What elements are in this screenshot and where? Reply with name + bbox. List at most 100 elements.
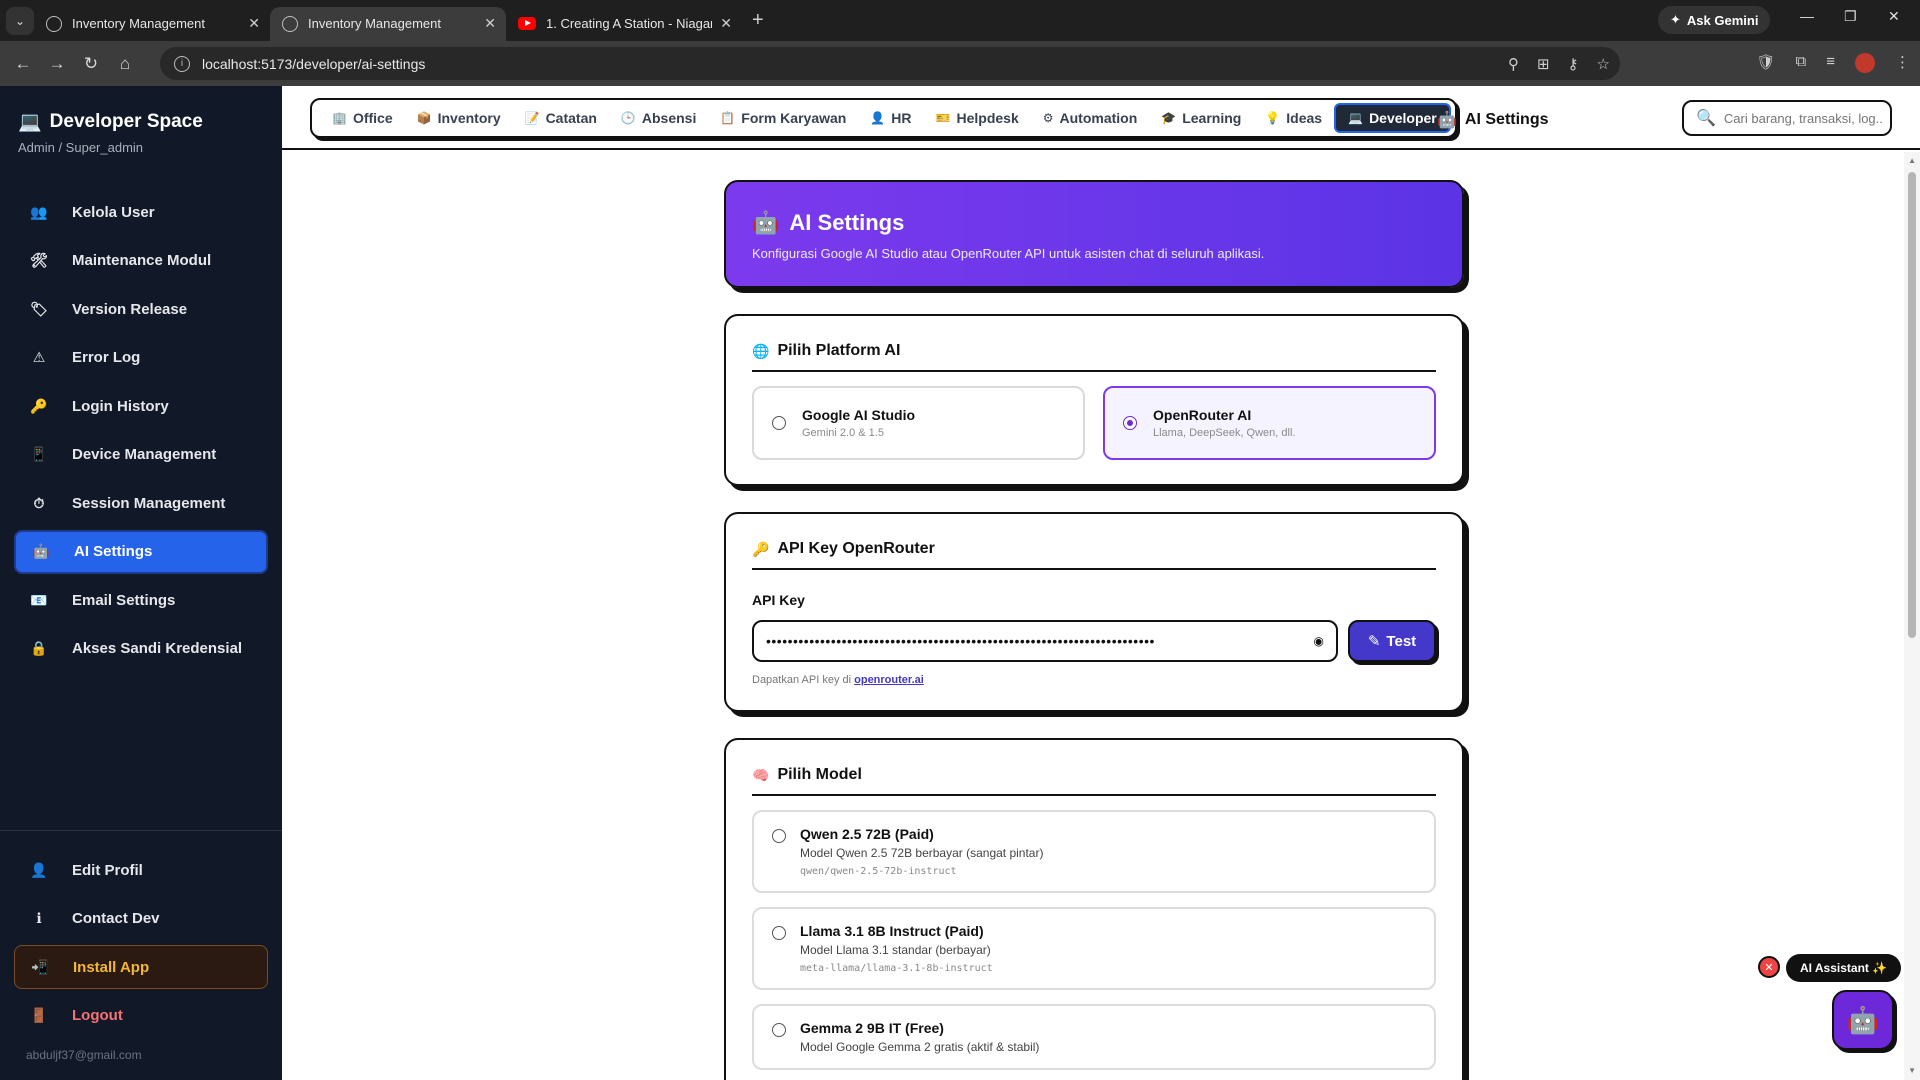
back-icon[interactable]: ←: [6, 54, 40, 74]
api-key-input[interactable]: [766, 633, 1308, 649]
module-tab-label: Ideas: [1286, 110, 1323, 126]
browser-tab-2[interactable]: Inventory Management ✕: [270, 6, 506, 41]
test-button-label: Test: [1386, 632, 1417, 650]
sidebar-item-login-history[interactable]: 🔑 Login History: [14, 384, 268, 428]
install-app-button[interactable]: 📲 Install App: [14, 945, 268, 989]
globe-icon: [282, 15, 298, 32]
profile-avatar-icon[interactable]: [1855, 53, 1875, 73]
bookmark-star-icon[interactable]: ☆: [1597, 55, 1610, 73]
sidebar-item-session-management[interactable]: ⏱ Session Management: [14, 481, 268, 525]
browser-tab-3[interactable]: 1. Creating A Station - Niagara ✕: [506, 7, 742, 41]
install-page-icon[interactable]: ⊞: [1537, 55, 1550, 73]
platform-radio-google[interactable]: [772, 416, 786, 430]
home-icon[interactable]: ⌂: [108, 54, 142, 74]
restore-icon[interactable]: ❐: [1844, 8, 1857, 25]
model-radio[interactable]: [772, 829, 786, 843]
reading-list-icon[interactable]: ≡: [1826, 53, 1835, 73]
ai-assistant-robot-icon[interactable]: 🤖: [1832, 990, 1894, 1050]
browser-tab-bar: ⌄ Inventory Management ✕ Inventory Manag…: [0, 0, 1920, 41]
module-tab-helpdesk[interactable]: 🎫 Helpdesk: [924, 103, 1031, 133]
model-radio[interactable]: [772, 1023, 786, 1037]
browser-address-bar: ← → ↻ ⌂ i localhost:5173/developer/ai-se…: [0, 41, 1920, 86]
openrouter-link[interactable]: openrouter.ai: [854, 674, 924, 686]
model-list: Qwen 2.5 72B (Paid) Model Qwen 2.5 72B be…: [752, 810, 1436, 1070]
module-tab-office[interactable]: 🏢 Office: [320, 103, 405, 133]
module-tab-learning[interactable]: 🎓 Learning: [1149, 103, 1253, 133]
model-name: Gemma 2 9B IT (Free): [800, 1020, 944, 1036]
minimize-icon[interactable]: —: [1800, 8, 1814, 24]
sidebar-item-kelola-user[interactable]: 👥 Kelola User: [14, 190, 268, 234]
close-tab-icon[interactable]: ✕: [484, 15, 496, 32]
module-tab-automation[interactable]: ⚙ Automation: [1031, 103, 1150, 133]
scroll-down-icon[interactable]: ▼: [1908, 1066, 1916, 1075]
sidebar-item-ai-settings[interactable]: 🤖 AI Settings: [14, 529, 268, 574]
api-key-field[interactable]: ◉: [752, 620, 1338, 662]
sidebar-item-version-release[interactable]: 🏷 Version Release: [14, 287, 268, 331]
main-content: 🤖 AI Settings Konfigurasi Google AI Stud…: [282, 152, 1902, 1080]
platform-option-google[interactable]: Google AI Studio Gemini 2.0 & 1.5: [752, 386, 1085, 460]
module-tab-inventory[interactable]: 📦 Inventory: [405, 103, 513, 133]
scrollbar-thumb[interactable]: [1908, 172, 1916, 638]
platform-options: Google AI Studio Gemini 2.0 & 1.5 OpenRo…: [752, 386, 1436, 460]
sidebar-item-maintenance-modul[interactable]: 🛠 Maintenance Modul: [14, 239, 268, 283]
module-tab-absensi[interactable]: 🕒 Absensi: [609, 103, 708, 133]
module-tab-catatan[interactable]: 📝 Catatan: [513, 103, 609, 133]
close-tab-icon[interactable]: ✕: [248, 15, 260, 32]
global-search[interactable]: 🔍: [1682, 100, 1892, 136]
browser-tab-1[interactable]: Inventory Management ✕: [34, 7, 270, 41]
sidebar-item-akses-sandi-kredensial[interactable]: 🔒 Akses Sandi Kredensial: [14, 627, 268, 671]
scroll-up-icon[interactable]: ▲: [1908, 156, 1916, 165]
test-api-key-button[interactable]: ✎ Test: [1348, 620, 1436, 662]
logout-button[interactable]: 🚪 Logout: [14, 994, 268, 1038]
url-bar[interactable]: i localhost:5173/developer/ai-settings ⚲…: [160, 47, 1620, 80]
model-option[interactable]: Gemma 2 9B IT (Free) Model Google Gemma 2…: [752, 1004, 1436, 1070]
platform-card-title: Pilih Platform AI: [777, 342, 901, 359]
sidebar-item-email-settings[interactable]: 📧 Email Settings: [14, 578, 268, 622]
sidebar-item-label: Kelola User: [72, 203, 155, 221]
new-tab-button[interactable]: +: [752, 9, 764, 32]
module-tab-developer[interactable]: 💻 Developer: [1334, 103, 1451, 133]
module-icon: 🎓: [1161, 111, 1177, 125]
module-tab-hr[interactable]: 👤 HR: [858, 103, 923, 133]
show-password-eye-icon[interactable]: ◉: [1314, 634, 1324, 648]
sidebar-brand: 💻 Developer Space Admin / Super_admin: [18, 110, 203, 155]
zoom-icon[interactable]: ⚲: [1508, 55, 1519, 73]
model-desc: Model Google Gemma 2 gratis (aktif & sta…: [800, 1040, 1040, 1054]
forward-icon[interactable]: →: [40, 54, 74, 74]
module-icon: 🏢: [332, 111, 347, 125]
close-assistant-button[interactable]: ✕: [1758, 956, 1780, 978]
search-input[interactable]: [1723, 110, 1884, 126]
extensions-icon[interactable]: ⧉: [1796, 53, 1807, 73]
model-option[interactable]: Qwen 2.5 72B (Paid) Model Qwen 2.5 72B be…: [752, 810, 1436, 893]
password-key-icon[interactable]: ⚷: [1568, 55, 1579, 73]
ask-gemini-button[interactable]: ✦ Ask Gemini: [1658, 6, 1771, 34]
module-tab-ideas[interactable]: 💡 Ideas: [1253, 103, 1334, 133]
module-icon: 💻: [1348, 111, 1364, 125]
brave-shield-icon[interactable]: 🛡: [1756, 53, 1775, 73]
brain-icon: 🧠: [752, 766, 770, 783]
tab-search-chevron-icon[interactable]: ⌄: [6, 6, 34, 35]
menu-kebab-icon[interactable]: ⋮: [1895, 53, 1910, 73]
ai-assistant-label[interactable]: AI Assistant ✨: [1786, 954, 1902, 982]
model-name: Llama 3.1 8B Instruct (Paid): [800, 923, 984, 939]
close-window-icon[interactable]: ✕: [1888, 8, 1900, 25]
model-option[interactable]: Llama 3.1 8B Instruct (Paid) Model Llama …: [752, 907, 1436, 990]
info-icon: ℹ: [36, 910, 42, 926]
globe-icon: 🌐: [752, 342, 770, 359]
sidebar-item-label: Login History: [72, 397, 169, 415]
reload-icon[interactable]: ↻: [74, 54, 108, 74]
site-info-icon[interactable]: i: [174, 55, 190, 72]
close-tab-icon[interactable]: ✕: [720, 15, 732, 32]
sidebar-item-device-management[interactable]: 📱 Device Management: [14, 433, 268, 477]
sidebar-item-label: Session Management: [72, 494, 226, 512]
platform-option-openrouter[interactable]: OpenRouter AI Llama, DeepSeek, Qwen, dll…: [1103, 386, 1436, 460]
module-tab-form-karyawan[interactable]: 📋 Form Karyawan: [708, 103, 858, 133]
sidebar-nav: 👥 Kelola User 🛠 Maintenance Modul 🏷 Version R…: [14, 190, 268, 675]
sidebar-item-contact-dev[interactable]: ℹ Contact Dev: [14, 897, 268, 941]
platform-name: OpenRouter AI: [1153, 407, 1252, 423]
sidebar-item-error-log[interactable]: ⚠ Error Log: [14, 336, 268, 380]
platform-radio-openrouter[interactable]: [1123, 416, 1137, 430]
model-radio[interactable]: [772, 926, 786, 940]
sidebar-item-edit-profile[interactable]: 👤 Edit Profil: [14, 848, 268, 892]
install-app-label: Install App: [73, 958, 150, 976]
